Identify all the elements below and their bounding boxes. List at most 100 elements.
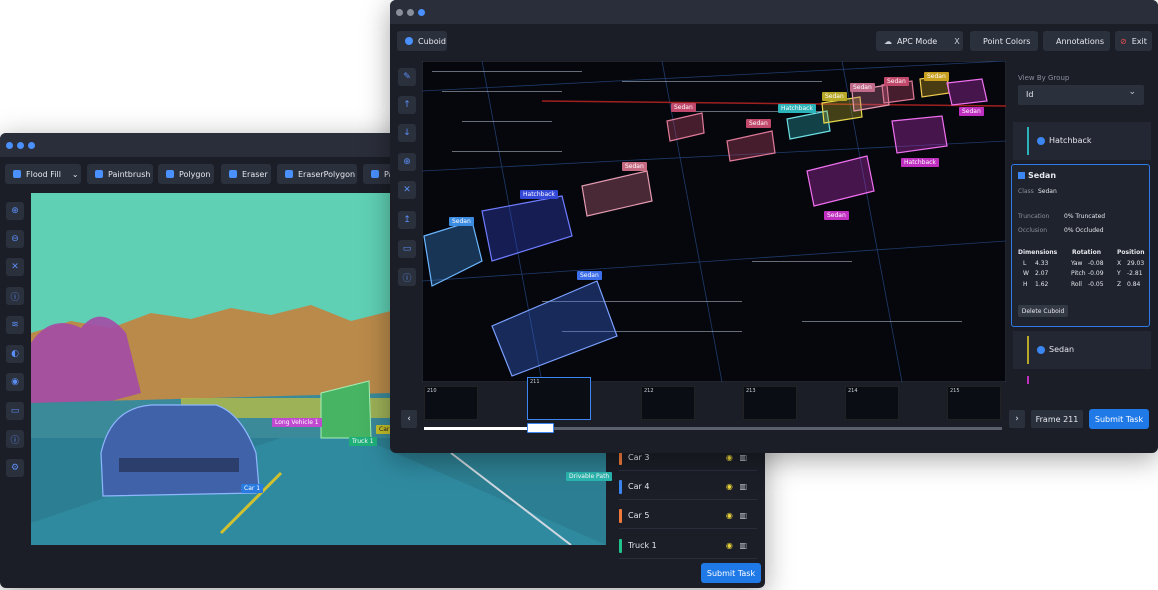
- keyboard-icon[interactable]: ▭: [6, 402, 24, 420]
- drivable-path-label: Drivable Path: [566, 472, 613, 481]
- cuboid-label[interactable]: Sedan: [577, 271, 602, 280]
- cuboid-label[interactable]: Sedan: [449, 217, 474, 226]
- cuboid-label[interactable]: Sedan: [959, 107, 984, 116]
- info-icon[interactable]: ⓘ: [398, 268, 416, 286]
- sedan-square-icon: [1018, 172, 1025, 179]
- cuboid-icon: [405, 37, 413, 45]
- prev-frame-button[interactable]: ‹: [401, 410, 417, 428]
- cuboid-label[interactable]: Sedan: [622, 162, 647, 171]
- cuboid-label[interactable]: Sedan: [924, 72, 949, 81]
- group-hatchback[interactable]: Hatchback: [1013, 122, 1151, 160]
- group-color-bar: [1027, 127, 1029, 155]
- trash-icon[interactable]: ▥: [739, 541, 749, 550]
- info-icon[interactable]: ⓘ: [6, 287, 24, 305]
- paintbrush-button[interactable]: Paintbrush: [87, 164, 153, 184]
- paint-button[interactable]: Pai: [363, 164, 393, 184]
- submit-task-button[interactable]: Submit Task: [701, 563, 761, 583]
- window-dot[interactable]: [17, 141, 24, 149]
- list-item[interactable]: Truck 1 ◉ ▥: [619, 533, 757, 559]
- flood-fill-button[interactable]: Flood Fill ⌄: [5, 164, 81, 184]
- upload-icon[interactable]: ↥: [398, 211, 416, 229]
- color-bar: [619, 538, 622, 553]
- help-icon[interactable]: ⓘ: [6, 430, 24, 448]
- group-dot-icon: [1037, 137, 1045, 145]
- list-item[interactable]: Car 5 ◉ ▥: [619, 503, 757, 529]
- window-dot[interactable]: [407, 8, 414, 16]
- trash-icon[interactable]: ▥: [739, 453, 749, 462]
- delete-cuboid-button[interactable]: Delete Cuboid: [1018, 305, 1068, 317]
- zoom-in-icon[interactable]: ⊕: [6, 202, 24, 220]
- detail-title: Sedan: [1028, 171, 1057, 180]
- point-cloud-canvas[interactable]: [422, 61, 1006, 382]
- point-colors-toggle[interactable]: Point Colors: [970, 31, 1038, 51]
- frame-thumbnail-selected[interactable]: 211: [527, 377, 591, 420]
- annotations-toggle[interactable]: Annotations: [1043, 31, 1110, 51]
- close-icon[interactable]: X: [954, 37, 959, 46]
- eraser-polygon-button[interactable]: EraserPolygon: [277, 164, 357, 184]
- cuboid-button[interactable]: Cuboid: [397, 31, 447, 51]
- cuboid-label[interactable]: Hatchback: [520, 190, 558, 199]
- view-by-group-select[interactable]: Id ⌄: [1018, 85, 1144, 105]
- arrow-up-icon[interactable]: ↑: [398, 96, 416, 114]
- chevron-down-icon: ⌄: [1128, 87, 1136, 97]
- eraser-polygon-icon: [285, 170, 293, 178]
- layers-icon[interactable]: ≋: [6, 316, 24, 334]
- list-item[interactable]: Car 4 ◉ ▥: [619, 474, 757, 500]
- window-dot[interactable]: [28, 141, 35, 149]
- timeline-handle[interactable]: [527, 423, 554, 433]
- cuboid-label[interactable]: Sedan: [824, 211, 849, 220]
- cuboid-label[interactable]: Hatchback: [901, 158, 939, 167]
- frame-thumbnail[interactable]: 214: [845, 386, 899, 420]
- zoom-out-icon[interactable]: ⊖: [6, 230, 24, 248]
- window-dot[interactable]: [6, 141, 13, 149]
- eye-icon[interactable]: ◉: [6, 373, 24, 391]
- eraser-button[interactable]: Eraser: [221, 164, 271, 184]
- bucket-icon: [13, 170, 21, 178]
- truck-1-label: Truck 1: [349, 437, 377, 446]
- submit-task-button[interactable]: Submit Task: [1089, 409, 1149, 429]
- view-by-group-label: View By Group: [1018, 74, 1070, 82]
- next-frame-button[interactable]: ›: [1009, 410, 1025, 428]
- frame-thumbnail[interactable]: 212: [641, 386, 695, 420]
- trash-icon[interactable]: ▥: [739, 482, 749, 491]
- contrast-icon[interactable]: ◐: [6, 345, 24, 363]
- window-dot[interactable]: [396, 8, 403, 16]
- cuboid-label[interactable]: Sedan: [884, 77, 909, 86]
- cuboid-label[interactable]: Sedan: [822, 92, 847, 101]
- eye-icon[interactable]: ◉: [726, 453, 735, 462]
- group-sedan[interactable]: Sedan: [1013, 331, 1151, 369]
- eye-icon[interactable]: ◉: [726, 511, 735, 520]
- fit-screen-icon[interactable]: ✕: [6, 258, 24, 276]
- cuboid-label[interactable]: Sedan: [746, 119, 771, 128]
- exit-icon: ⊘: [1120, 36, 1127, 46]
- row-actions[interactable]: ◉ ▥: [726, 511, 749, 520]
- arrow-down-icon[interactable]: ↓: [398, 124, 416, 142]
- row-actions[interactable]: ◉ ▥: [726, 482, 749, 491]
- row-actions[interactable]: ◉ ▥: [726, 541, 749, 550]
- cuboid-label[interactable]: Sedan: [850, 83, 875, 92]
- cloud-icon: ☁: [884, 36, 892, 46]
- paint-icon: [371, 170, 379, 178]
- title-bar: [390, 0, 1158, 24]
- frame-thumbnail[interactable]: 210: [424, 386, 478, 420]
- apc-mode-button[interactable]: ☁ APC Mode X: [876, 31, 963, 51]
- polygon-icon: [166, 170, 174, 178]
- row-actions[interactable]: ◉ ▥: [726, 453, 749, 462]
- trash-icon[interactable]: ▥: [739, 511, 749, 520]
- zoom-icon[interactable]: ⊕: [398, 153, 416, 171]
- color-bar: [619, 508, 622, 523]
- keyboard-icon[interactable]: ▭: [398, 240, 416, 258]
- cuboid-label[interactable]: Sedan: [671, 103, 696, 112]
- window-dot[interactable]: [418, 8, 425, 16]
- settings-icon[interactable]: ⚙: [6, 459, 24, 477]
- cuboid-label[interactable]: Hatchback: [778, 104, 816, 113]
- eye-icon[interactable]: ◉: [726, 541, 735, 550]
- long-vehicle-label: Long Vehicle 1: [272, 418, 322, 427]
- fit-screen-icon[interactable]: ✕: [398, 181, 416, 199]
- frame-thumbnail[interactable]: 213: [743, 386, 797, 420]
- polygon-button[interactable]: Polygon: [158, 164, 214, 184]
- frame-thumbnail[interactable]: 215: [947, 386, 1001, 420]
- eye-icon[interactable]: ◉: [726, 482, 735, 491]
- pen-icon[interactable]: ✎: [398, 68, 416, 86]
- exit-button[interactable]: ⊘ Exit: [1115, 31, 1152, 51]
